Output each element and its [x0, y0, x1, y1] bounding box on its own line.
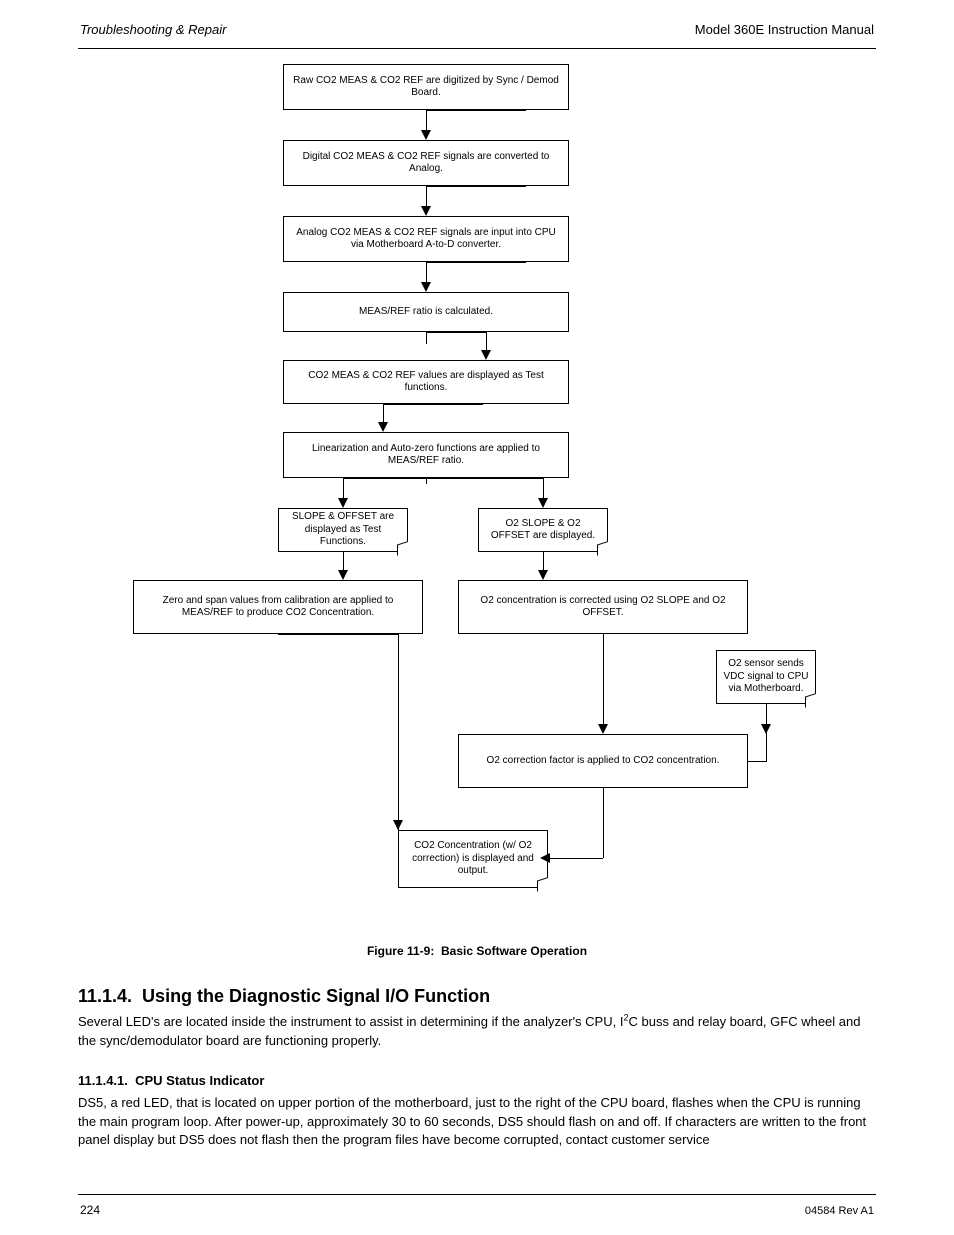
arrow-down-icon — [538, 498, 548, 508]
flowchart: Raw CO2 MEAS & CO2 REF are digitized by … — [78, 64, 878, 934]
box-analog-input-text: Analog CO2 MEAS & CO2 REF signals are in… — [290, 227, 562, 252]
arrow-down-icon — [378, 422, 388, 432]
box-digital-to-analog: Digital CO2 MEAS & CO2 REF signals are c… — [283, 140, 569, 186]
arrow-down-icon — [393, 820, 403, 830]
h2-diagnostic-io: 11.1.4. Using the Diagnostic Signal I/O … — [78, 986, 876, 1007]
page-number: 224 — [80, 1203, 100, 1217]
box-raw-signals-text: Raw CO2 MEAS & CO2 REF are digitized by … — [290, 75, 562, 100]
connector — [548, 858, 603, 859]
box-linearize-text: Linearization and Auto-zero functions ar… — [290, 443, 562, 468]
arrow-down-icon — [421, 206, 431, 216]
connector — [426, 478, 427, 484]
page: Troubleshooting & Repair Model 360E Inst… — [0, 0, 954, 1235]
para-ds5: DS5, a red LED, that is located on upper… — [78, 1094, 876, 1151]
arrow-down-icon — [421, 282, 431, 292]
connector — [278, 634, 398, 635]
connector — [748, 761, 766, 762]
connector — [426, 332, 427, 344]
connector — [343, 478, 543, 479]
arrow-down-icon — [338, 570, 348, 580]
arrow-down-icon — [761, 724, 771, 734]
box-analog-input: Analog CO2 MEAS & CO2 REF signals are in… — [283, 216, 569, 262]
doc-final-output-text: CO2 Concentration (w/ O2 correction) is … — [405, 840, 541, 878]
doc-o2-sensor-text: O2 sensor sends VDC signal to CPU via Mo… — [723, 658, 809, 696]
box-digital-to-analog-text: Digital CO2 MEAS & CO2 REF signals are c… — [290, 151, 562, 176]
connector — [383, 404, 483, 405]
connector — [426, 262, 526, 263]
header-left: Troubleshooting & Repair — [80, 22, 226, 37]
box-ratio-calc: MEAS/REF ratio is calculated. — [283, 292, 569, 332]
arrow-down-icon — [481, 350, 491, 360]
box-ratio-calc-text: MEAS/REF ratio is calculated. — [290, 306, 562, 319]
arrow-down-icon — [598, 724, 608, 734]
box-o2-factor-applied: O2 correction factor is applied to CO2 c… — [458, 734, 748, 788]
header-rule — [78, 48, 876, 49]
doc-slope-offset: SLOPE & OFFSET are displayed as Test Fun… — [278, 508, 408, 552]
connector — [426, 110, 427, 124]
connector — [603, 788, 604, 858]
connector — [426, 186, 526, 187]
connector — [426, 332, 486, 333]
doc-final-output: CO2 Concentration (w/ O2 correction) is … — [398, 830, 548, 888]
connector — [603, 634, 604, 728]
header-right: Model 360E Instruction Manual — [695, 22, 874, 37]
box-linearize: Linearization and Auto-zero functions ar… — [283, 432, 569, 478]
h3-cpu-status: 11.1.4.1. CPU Status Indicator — [78, 1073, 876, 1088]
arrow-down-icon — [338, 498, 348, 508]
para-leds-a: Several LED's are located inside the ins… — [78, 1014, 623, 1029]
connector — [426, 110, 526, 111]
box-display-testfunc-text: CO2 MEAS & CO2 REF values are displayed … — [290, 370, 562, 395]
box-apply-cal: Zero and span values from calibration ar… — [133, 580, 423, 634]
footer-rule — [78, 1194, 876, 1195]
box-raw-signals: Raw CO2 MEAS & CO2 REF are digitized by … — [283, 64, 569, 110]
para-leds-overview: Several LED's are located inside the ins… — [78, 1013, 876, 1051]
box-o2-factor-applied-text: O2 correction factor is applied to CO2 c… — [465, 755, 741, 768]
doc-o2-sensor: O2 sensor sends VDC signal to CPU via Mo… — [716, 650, 816, 704]
doc-revision: 04584 Rev A1 — [805, 1205, 874, 1217]
box-o2-correct-text: O2 concentration is corrected using O2 S… — [465, 595, 741, 620]
box-apply-cal-text: Zero and span values from calibration ar… — [140, 595, 416, 620]
box-o2-correct: O2 concentration is corrected using O2 S… — [458, 580, 748, 634]
arrow-down-icon — [421, 130, 431, 140]
arrow-down-icon — [538, 570, 548, 580]
arrow-left-icon — [540, 853, 550, 863]
doc-slope-offset-text: SLOPE & OFFSET are displayed as Test Fun… — [285, 511, 401, 549]
doc-o2-slope-offset-text: O2 SLOPE & O2 OFFSET are displayed. — [485, 518, 601, 543]
box-display-testfunc: CO2 MEAS & CO2 REF values are displayed … — [283, 360, 569, 404]
figure-caption: Figure 11-9: Basic Software Operation — [78, 944, 876, 958]
doc-o2-slope-offset: O2 SLOPE & O2 OFFSET are displayed. — [478, 508, 608, 552]
